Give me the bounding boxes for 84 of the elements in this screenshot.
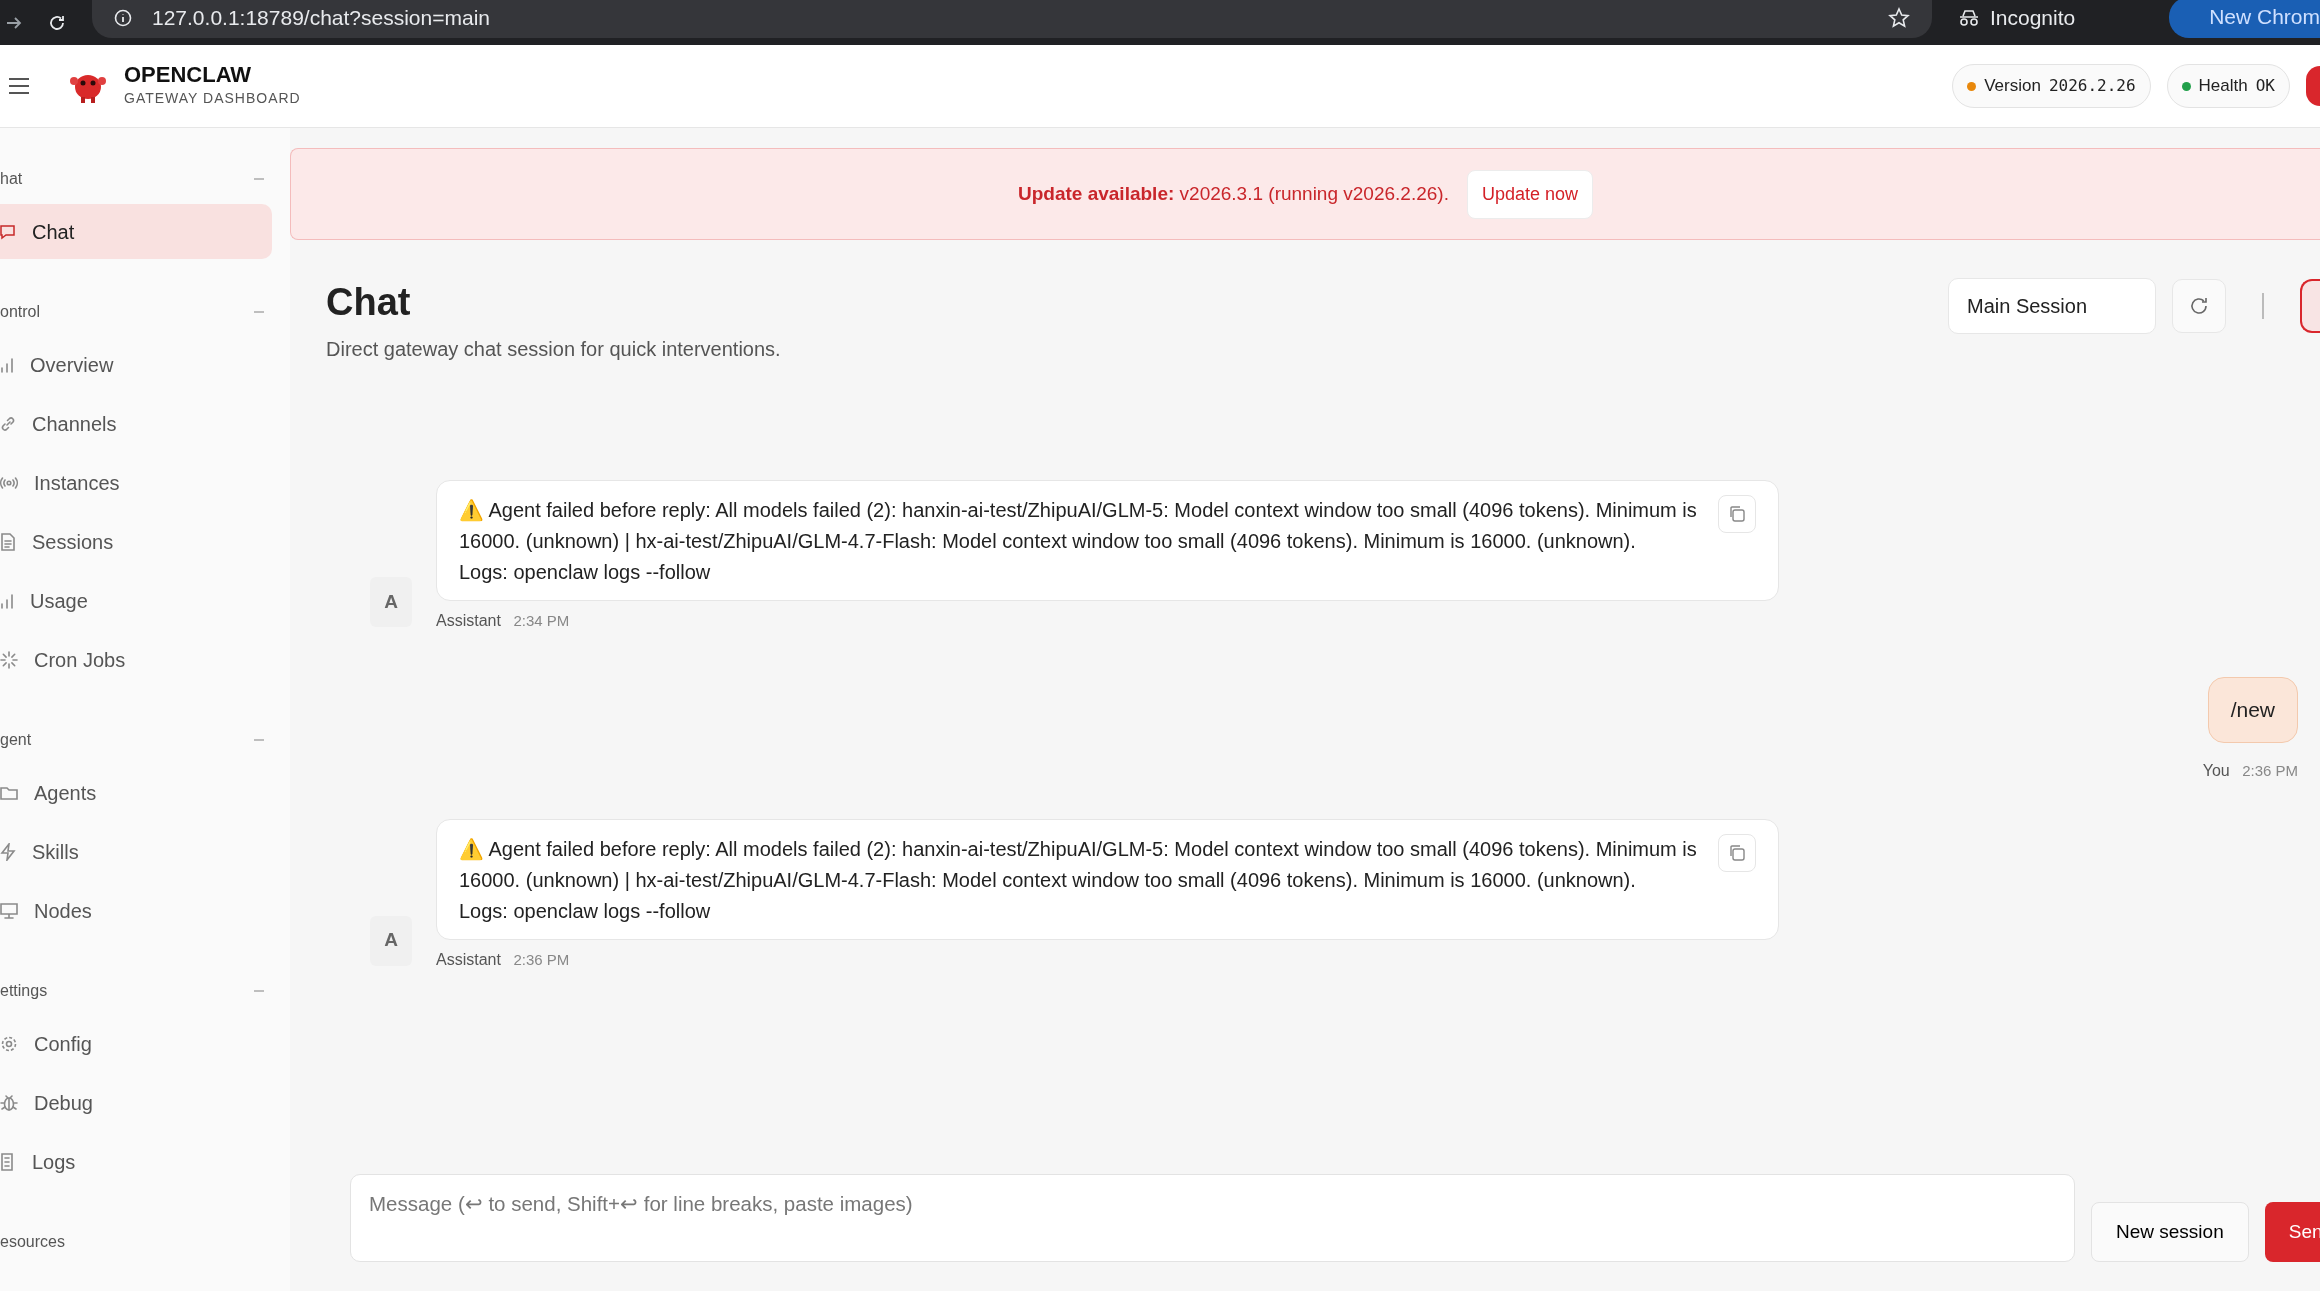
nav-group-label: ettings <box>0 981 48 1001</box>
link-icon <box>0 415 16 432</box>
page-title: Chat <box>326 280 412 325</box>
info-icon[interactable] <box>114 8 132 27</box>
nav-group-label: ontrol <box>0 302 41 322</box>
scroll-list-icon <box>0 1152 16 1171</box>
message-time: 2:34 PM <box>513 612 570 629</box>
folder-icon <box>0 784 18 801</box>
nav-item[interactable]: Channels <box>0 396 272 451</box>
nav-item-label: Config <box>34 1031 92 1057</box>
nav-item-label: Chat <box>32 219 75 245</box>
nav-item-label: Sessions <box>32 529 114 555</box>
url-text: 127.0.0.1:18789/chat?session=main <box>152 4 490 31</box>
nav-item[interactable]: Agents <box>0 765 272 820</box>
profile-label: Incognito <box>1990 4 2076 31</box>
nav-item[interactable]: Sessions <box>0 514 272 569</box>
copy-button[interactable] <box>1718 495 1756 533</box>
nav-item-label: Skills <box>32 839 79 865</box>
nav-item[interactable]: Chat <box>0 204 272 259</box>
status-label: Health <box>2198 75 2248 98</box>
nav-item-label: Agents <box>34 780 97 806</box>
sender-name: You <box>2202 761 2230 779</box>
status-value: 2026.2.26 <box>2048 75 2136 97</box>
menu-icon[interactable] <box>8 78 30 94</box>
page-subtitle: Direct gateway chat session for quick interventions. <box>326 336 781 362</box>
session-select[interactable]: Main Session <box>1948 278 2156 334</box>
star-icon[interactable] <box>1888 6 1910 29</box>
document-icon <box>0 532 16 551</box>
message-input[interactable]: Message (↩ to send, Shift+↩ for line breaks, paste images) <box>350 1174 2075 1262</box>
update-message: Update available: v2026.3.1 (running v2026.2.26). <box>1018 181 1449 206</box>
address-bar[interactable]: 127.0.0.1:18789/chat?session=main <box>92 0 1932 38</box>
copy-icon <box>1728 843 1746 862</box>
nav-item[interactable]: Instances <box>0 455 272 510</box>
nav-item[interactable]: Config <box>0 1016 272 1071</box>
nav-item-label: Nodes <box>34 898 92 924</box>
nav-item-label: Overview <box>30 352 114 378</box>
bar-chart-icon <box>0 592 14 609</box>
nav-item[interactable]: Nodes <box>0 883 272 938</box>
loader-icon <box>0 650 18 669</box>
sender-name: Assistant <box>436 612 501 629</box>
nav-item[interactable]: Usage <box>0 573 272 628</box>
avatar: A <box>370 577 412 627</box>
status-label: Version <box>1984 75 2041 98</box>
nav-item[interactable]: Logs <box>0 1134 272 1189</box>
nav-item-label: Usage <box>30 588 88 614</box>
nav-item[interactable]: Overview <box>0 337 272 392</box>
nav-item-label: Debug <box>34 1090 93 1116</box>
brand-name: OPENCLAW <box>124 63 253 88</box>
new-session-button[interactable]: New session <box>2091 1202 2249 1262</box>
sender-name: Assistant <box>436 950 501 968</box>
avatar: A <box>370 915 412 966</box>
radio-signal-icon <box>0 474 18 491</box>
nav-item-label: Channels <box>32 411 117 437</box>
message-time: 2:36 PM <box>513 950 570 968</box>
message-time: 2:36 PM <box>2242 761 2298 779</box>
forward-arrow-icon[interactable] <box>6 15 22 30</box>
nav-group-label: gent <box>0 730 32 750</box>
gear-icon <box>0 1034 18 1053</box>
update-now-button[interactable]: Update now <box>1466 169 1593 219</box>
message-text: ⚠ Agent failed before reply: All models failed (2): hanxin-ai-test/ZhipuAI/GLM-5: Model context window too small (4096 tokens). Minimum is 16000. (unknown) | hx-ai-test/ZhipuAI/GLM-4.7-Flash: Model context window too small (4096 tokens). Minimum is 16000. (unknown). Logs: openclaw logs --follow <box>459 837 1697 922</box>
new-chrome-pill[interactable]: New Chrom <box>2169 0 2320 39</box>
nav-item-label: Logs <box>32 1149 76 1175</box>
nav-item[interactable]: Cron Jobs <box>0 632 272 687</box>
bar-chart-icon <box>0 356 14 373</box>
chat-bubble-icon <box>0 223 16 240</box>
nav-item[interactable]: Debug <box>0 1075 272 1130</box>
monitor-icon <box>0 901 18 920</box>
nav-item-label: Cron Jobs <box>34 647 126 673</box>
brand-subtitle: GATEWAY DASHBOARD <box>124 88 301 108</box>
nav-item[interactable]: Skills <box>0 824 272 879</box>
lightning-icon <box>0 842 16 861</box>
nav-item-label: Instances <box>34 470 120 496</box>
refresh-icon <box>2189 296 2209 316</box>
incognito-icon <box>1958 9 1980 26</box>
refresh-button[interactable] <box>2172 279 2226 333</box>
copy-icon <box>1728 505 1746 523</box>
bug-icon <box>0 1093 18 1112</box>
nav-group-label: esources <box>0 1232 65 1252</box>
message-text: ⚠ Agent failed before reply: All models failed (2): hanxin-ai-test/ZhipuAI/GLM-5: Model context window too small (4096 tokens). Minimum is 16000. (unknown) | hx-ai-test/ZhipuAI/GLM-4.7-Flash: Model context window too small (4096 tokens). Minimum is 16000. (unknown). Logs: openclaw logs --follow <box>459 499 1697 583</box>
nav-group-label: hat <box>0 169 23 189</box>
reload-icon[interactable] <box>48 13 66 32</box>
message-bubble: /new <box>2207 677 2298 743</box>
status-value: OK <box>2255 75 2275 97</box>
copy-button[interactable] <box>1718 833 1756 872</box>
